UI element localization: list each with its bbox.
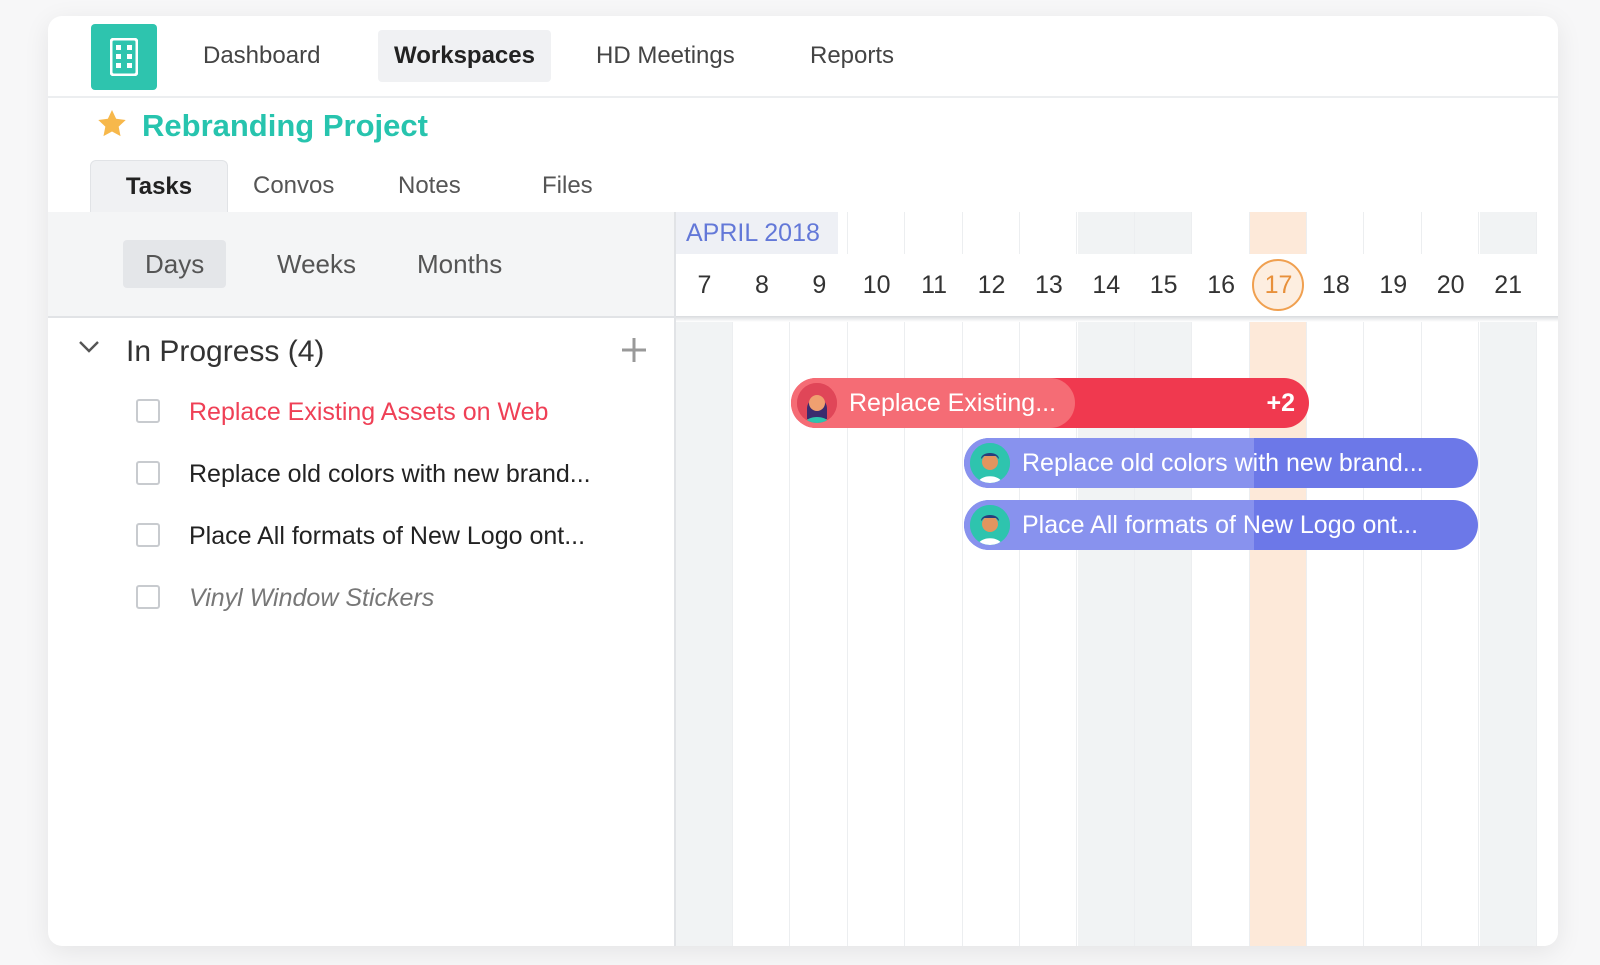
day-column (791, 212, 848, 946)
day-number: 16 (1207, 271, 1235, 299)
day-header[interactable]: 11 (905, 254, 963, 316)
today-day-header[interactable]: 17 (1250, 254, 1307, 316)
bar-label: Replace Existing... (849, 389, 1057, 417)
building-icon (110, 38, 138, 76)
task-label[interactable]: Replace old colors with new brand... (189, 454, 591, 494)
day-column (963, 212, 1020, 946)
top-nav: Dashboard Workspaces HD Meetings Reports (48, 16, 1558, 98)
task-item[interactable]: Replace Existing Assets on Web (136, 392, 656, 432)
day-number: 15 (1149, 271, 1178, 299)
task-label[interactable]: Place All formats of New Logo ont... (189, 516, 585, 556)
task-item[interactable]: Replace old colors with new brand... (136, 454, 656, 494)
view-weeks[interactable]: Weeks (255, 240, 378, 288)
task-label[interactable]: Vinyl Window Stickers (189, 578, 434, 618)
day-number: 17 (1264, 271, 1293, 299)
day-number: 10 (862, 271, 891, 299)
avatar (970, 505, 1010, 545)
project-title: Rebranding Project (142, 108, 428, 143)
star-icon[interactable] (96, 108, 128, 140)
chevron-down-icon[interactable] (78, 340, 100, 354)
avatar (970, 443, 1010, 483)
tab-notes[interactable]: Notes (398, 160, 461, 212)
day-header[interactable]: 10 (848, 254, 906, 316)
task-label[interactable]: Replace Existing Assets on Web (189, 392, 548, 432)
day-number: 19 (1379, 271, 1408, 299)
day-column (1077, 212, 1135, 946)
project-tabs: Tasks Convos Notes Files (48, 160, 1558, 214)
day-number: 21 (1494, 271, 1522, 299)
day-number: 8 (754, 271, 769, 299)
gantt-bar[interactable]: Replace Existing... +2 (791, 378, 1309, 428)
day-column (1250, 212, 1307, 946)
tab-files[interactable]: Files (542, 160, 593, 212)
day-header[interactable]: 20 (1422, 254, 1480, 316)
day-column (1422, 212, 1480, 946)
day-header[interactable]: 8 (733, 254, 791, 316)
header-shadow (676, 316, 1558, 322)
group-header: In Progress (4) (78, 332, 648, 372)
day-number: 7 (697, 271, 712, 299)
gantt-timeline: 7 8 9 10 11 12 13 14 15 16 17 18 19 20 21 APRIL 2018 R… (676, 212, 1558, 946)
task-item[interactable]: Vinyl Window Stickers (136, 578, 656, 618)
avatar (797, 383, 837, 423)
view-months[interactable]: Months (395, 240, 524, 288)
day-header[interactable]: 12 (963, 254, 1020, 316)
nav-dashboard[interactable]: Dashboard (187, 30, 336, 82)
day-column (906, 212, 963, 946)
day-column (1365, 212, 1422, 946)
app-window: Dashboard Workspaces HD Meetings Reports… (48, 16, 1558, 946)
bar-label: Place All formats of New Logo ont... (1022, 511, 1419, 539)
add-task-icon[interactable] (620, 336, 648, 364)
day-column (1307, 212, 1365, 946)
day-header[interactable]: 16 (1192, 254, 1250, 316)
day-number: 9 (812, 271, 827, 299)
day-column (733, 212, 791, 946)
app-logo[interactable] (91, 24, 157, 90)
nav-reports[interactable]: Reports (794, 30, 910, 82)
day-number: 20 (1436, 271, 1465, 299)
nav-workspaces[interactable]: Workspaces (378, 30, 551, 82)
day-header[interactable]: 15 (1135, 254, 1193, 316)
month-label: APRIL 2018 (676, 212, 838, 254)
tab-tasks[interactable]: Tasks (90, 160, 228, 213)
gantt-bar[interactable]: Place All formats of New Logo ont... (964, 500, 1478, 550)
day-header[interactable]: 13 (1020, 254, 1078, 316)
task-checkbox[interactable] (136, 399, 160, 423)
nav-hd-meetings[interactable]: HD Meetings (580, 30, 751, 82)
group-title: In Progress (4) (126, 335, 325, 368)
day-header[interactable]: 9 (790, 254, 848, 316)
bar-extra-count[interactable]: +2 (1266, 378, 1295, 428)
day-header[interactable]: 18 (1307, 254, 1365, 316)
day-column (1479, 212, 1537, 946)
tab-convos[interactable]: Convos (253, 160, 334, 212)
day-column (676, 212, 733, 946)
day-column (1193, 212, 1250, 946)
day-number: 14 (1092, 271, 1121, 299)
day-column (1135, 212, 1193, 946)
gantt-bar[interactable]: Replace old colors with new brand... (964, 438, 1478, 488)
view-days[interactable]: Days (123, 240, 227, 288)
day-header[interactable]: 19 (1364, 254, 1422, 316)
task-list-panel: Days Weeks Months In Progress (4) Replac… (48, 212, 676, 946)
day-number: 13 (1034, 271, 1063, 299)
task-checkbox[interactable] (136, 585, 160, 609)
day-header[interactable]: 14 (1077, 254, 1135, 316)
task-checkbox[interactable] (136, 523, 160, 547)
day-number: 11 (921, 271, 948, 299)
day-header[interactable]: 21 (1479, 254, 1537, 316)
day-number: 12 (977, 271, 1006, 299)
day-number: 18 (1321, 271, 1350, 299)
day-header[interactable]: 7 (676, 254, 733, 316)
bar-label: Replace old colors with new brand... (1022, 449, 1424, 477)
task-item[interactable]: Place All formats of New Logo ont... (136, 516, 656, 556)
day-column (1020, 212, 1078, 946)
view-mode-bar: Days Weeks Months (48, 212, 674, 318)
task-checkbox[interactable] (136, 461, 160, 485)
day-column (848, 212, 906, 946)
